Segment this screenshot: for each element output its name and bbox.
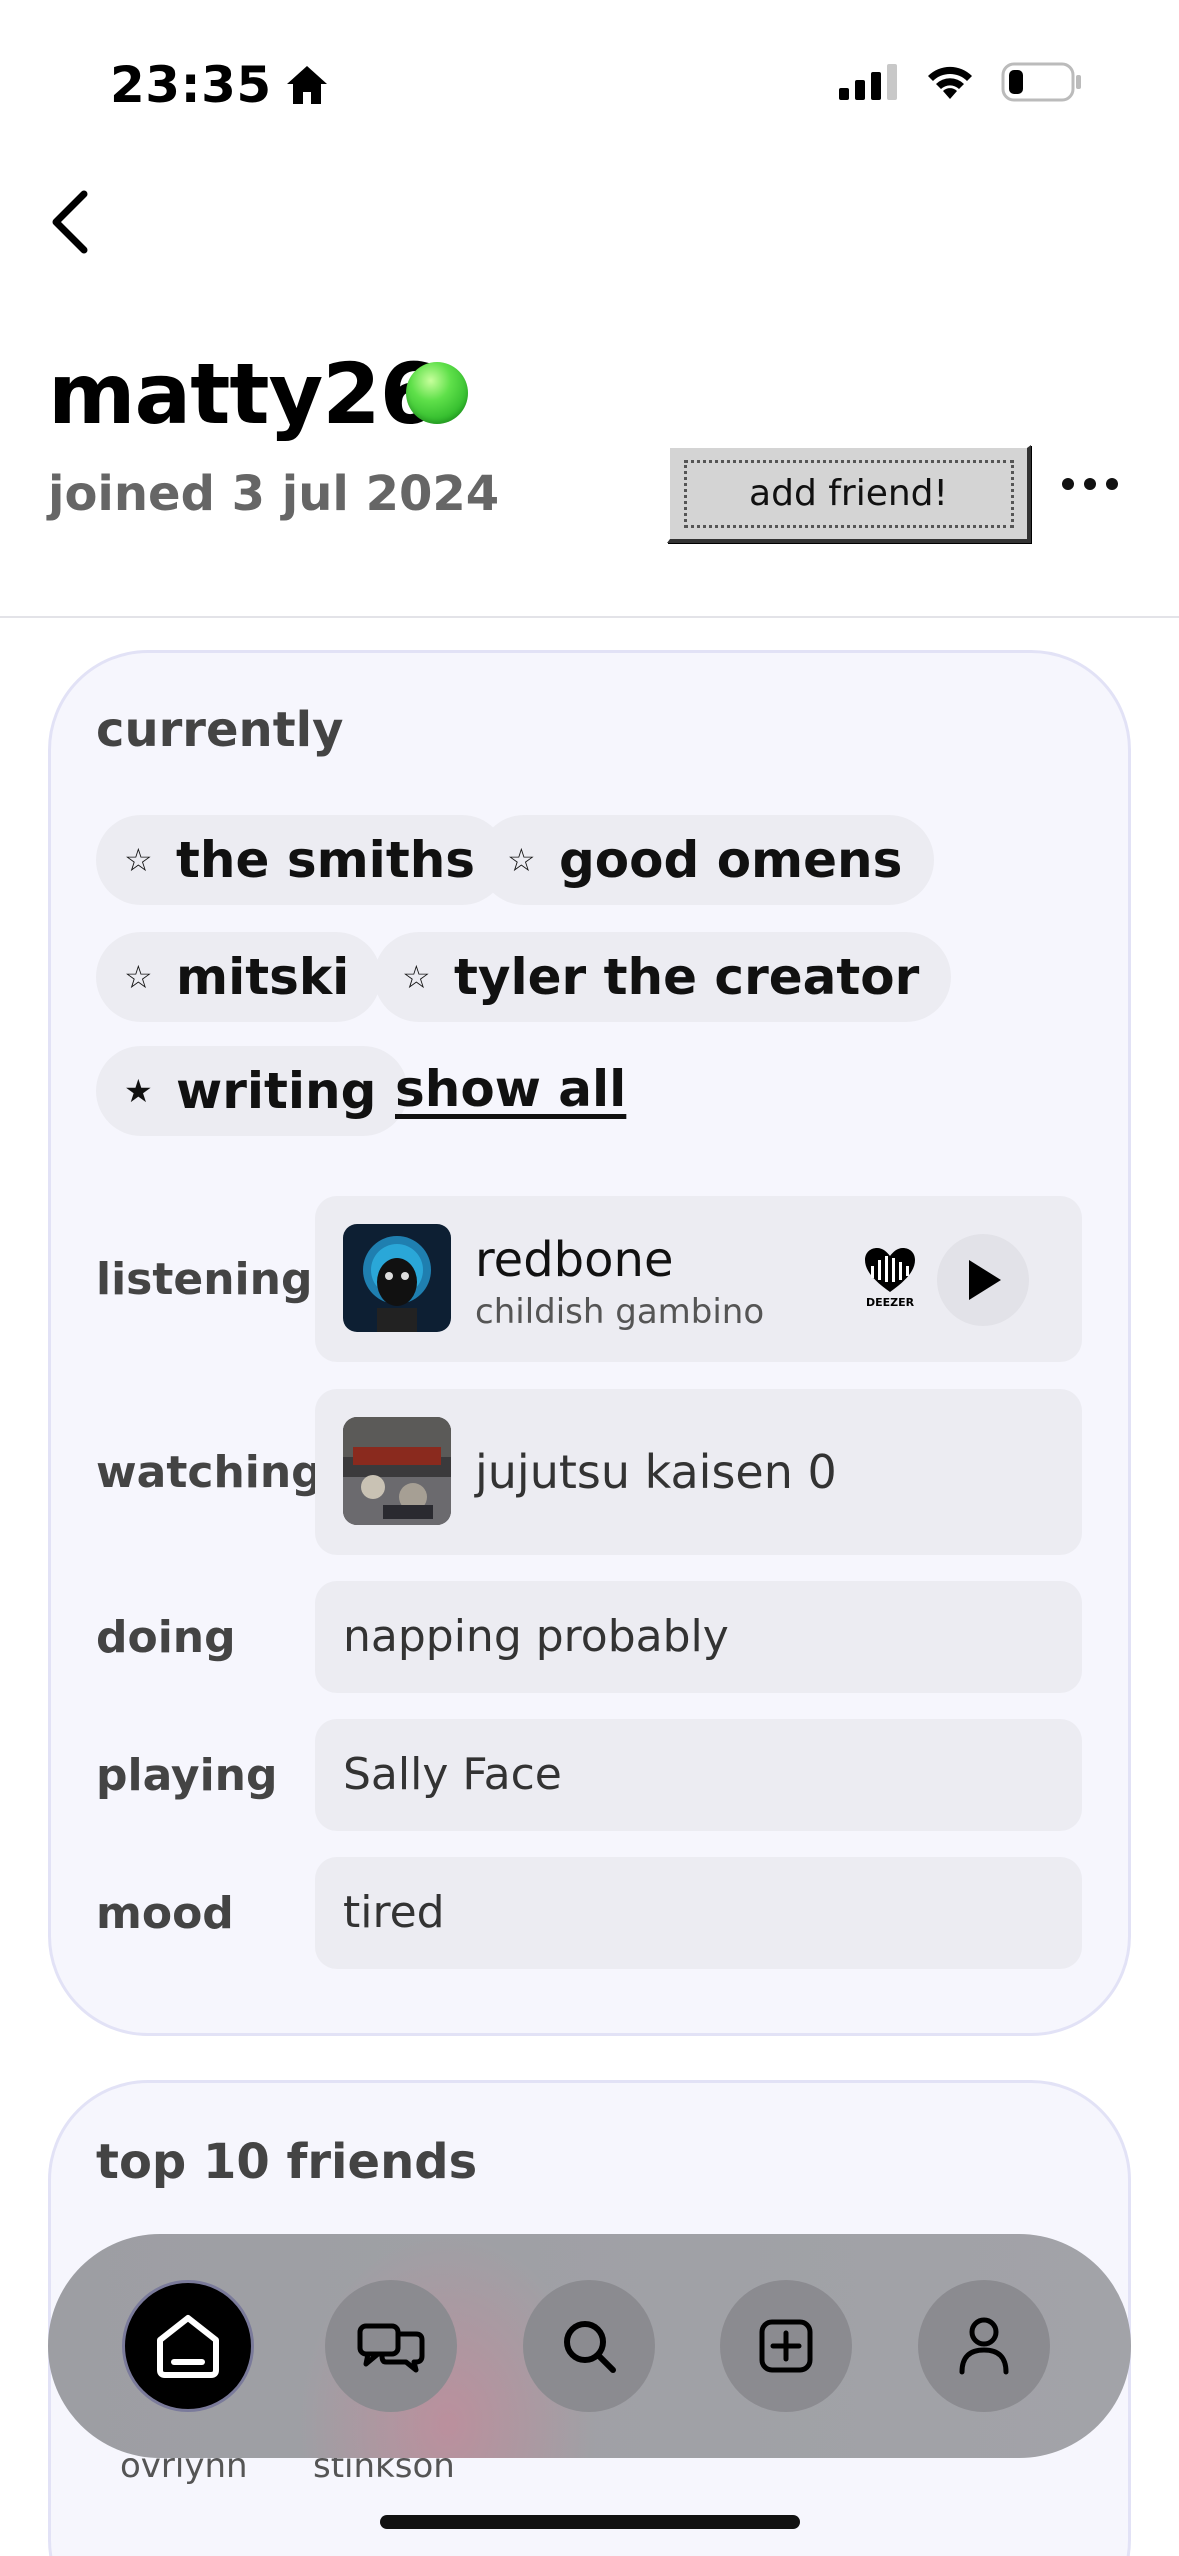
- mood-label: mood: [96, 1888, 234, 1939]
- doing-label: doing: [96, 1612, 236, 1663]
- movie-poster-image: [343, 1417, 451, 1525]
- star-outline-icon: ☆: [124, 841, 153, 879]
- play-button[interactable]: [937, 1234, 1029, 1326]
- playing-row: Sally Face: [315, 1719, 1082, 1831]
- chip-label: good omens: [559, 831, 903, 889]
- watching-row[interactable]: jujutsu kaisen 0: [315, 1389, 1082, 1555]
- more-dots-icon: [1062, 478, 1074, 490]
- nav-add-button[interactable]: [720, 2280, 852, 2412]
- more-dot: [1106, 478, 1118, 490]
- online-status-icon: [406, 362, 468, 424]
- listening-row[interactable]: redbone childish gambino DEEZER: [315, 1196, 1082, 1362]
- playing-value: Sally Face: [343, 1749, 562, 1800]
- battery-icon: [1001, 62, 1081, 102]
- chat-icon: [357, 2323, 425, 2373]
- top-friends-title: top 10 friends: [96, 2134, 478, 2190]
- song-title: redbone: [475, 1232, 674, 1288]
- more-dot: [1084, 478, 1096, 490]
- home-status-icon: [286, 66, 327, 104]
- add-friend-label: add friend!: [683, 459, 1014, 528]
- wifi-icon: [928, 66, 972, 99]
- doing-row: napping probably: [315, 1581, 1082, 1693]
- nav-profile-button[interactable]: [918, 2280, 1050, 2412]
- show-all-link[interactable]: show all: [395, 1060, 626, 1118]
- mood-value: tired: [343, 1887, 445, 1938]
- status-bar-indicators: [839, 62, 1083, 102]
- more-options-button[interactable]: [1062, 478, 1118, 490]
- deezer-label: DEEZER: [865, 1296, 915, 1309]
- song-artist: childish gambino: [475, 1292, 765, 1332]
- interest-chip[interactable]: ☆ tyler the creator: [374, 932, 952, 1022]
- chip-label: tyler the creator: [454, 948, 920, 1006]
- clock-time: 23:35: [110, 56, 272, 114]
- star-filled-icon: ★: [124, 1072, 153, 1110]
- watching-title: jujutsu kaisen 0: [475, 1445, 837, 1499]
- interest-chip[interactable]: ☆ good omens: [479, 815, 935, 905]
- username: matty26: [48, 345, 438, 443]
- interest-chip[interactable]: ☆ the smiths: [96, 815, 508, 905]
- star-outline-icon: ☆: [507, 841, 536, 879]
- home-icon: [157, 2315, 219, 2378]
- chip-label: mitski: [176, 948, 350, 1006]
- add-icon: [759, 2319, 813, 2373]
- currently-title: currently: [96, 702, 344, 758]
- star-outline-icon: ☆: [402, 958, 431, 996]
- album-cover-image: [343, 1224, 451, 1332]
- add-friend-button[interactable]: add friend!: [667, 445, 1031, 543]
- watching-label: watching: [96, 1447, 323, 1498]
- profile-screen: 23:35 matty26 joined 3 jul 2024 add frie…: [0, 0, 1179, 2556]
- chip-label: the smiths: [176, 831, 476, 889]
- nav-chat-button[interactable]: [325, 2280, 457, 2412]
- search-icon: [564, 2321, 616, 2373]
- listening-label: listening: [96, 1254, 313, 1305]
- interest-chip[interactable]: ☆ mitski: [96, 932, 382, 1022]
- signal-icon: [839, 64, 897, 100]
- status-bar-time: 23:35: [110, 56, 330, 114]
- home-indicator: [380, 2515, 800, 2529]
- play-icon: [969, 1260, 1001, 1300]
- back-button[interactable]: [50, 190, 110, 260]
- nav-home-button[interactable]: [122, 2280, 254, 2412]
- mood-row: tired: [315, 1857, 1082, 1969]
- star-outline-icon: ☆: [124, 958, 153, 996]
- chip-label: writing: [176, 1062, 377, 1120]
- interest-chip[interactable]: ★ writing: [96, 1046, 409, 1136]
- doing-value: napping probably: [343, 1611, 729, 1662]
- deezer-icon[interactable]: DEEZER: [863, 1246, 917, 1310]
- bottom-nav-bar: [48, 2234, 1131, 2458]
- profile-icon: [959, 2317, 1009, 2375]
- playing-label: playing: [96, 1750, 278, 1801]
- nav-search-button[interactable]: [523, 2280, 655, 2412]
- chevron-left-icon: [52, 190, 88, 254]
- join-date: joined 3 jul 2024: [48, 466, 500, 522]
- header-divider: [0, 616, 1179, 618]
